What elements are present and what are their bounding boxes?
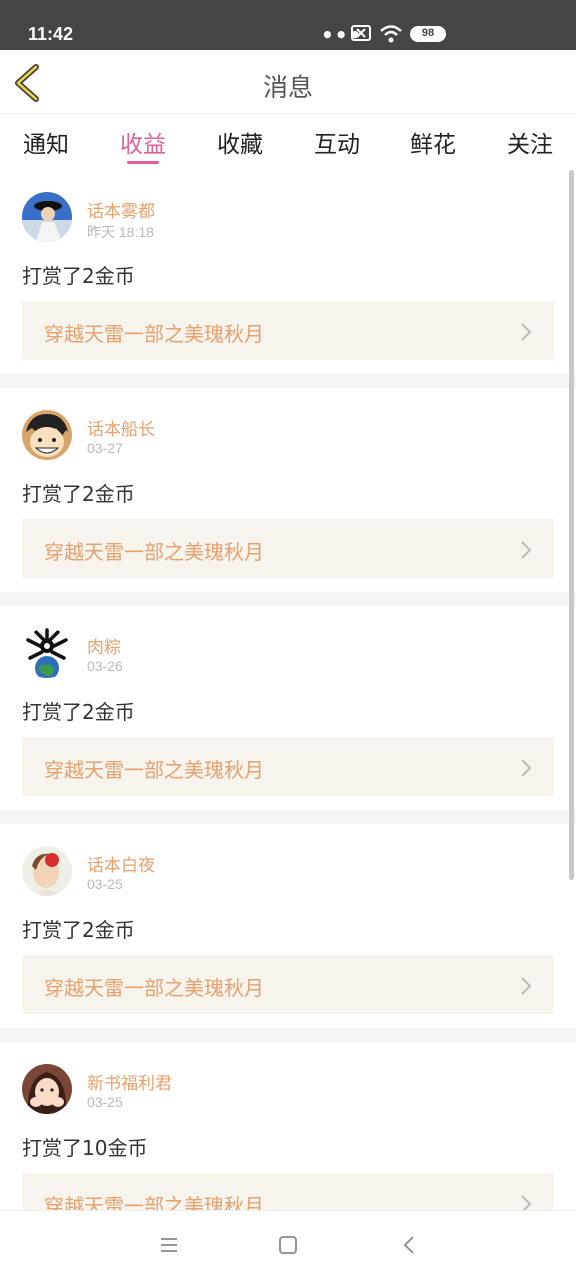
- divider: [0, 1028, 576, 1042]
- book-link[interactable]: 穿越天雷一部之美瑰秋月: [22, 301, 554, 360]
- user-name[interactable]: 话本白夜: [87, 851, 155, 876]
- message-time: 昨天 18:18: [87, 224, 154, 240]
- tab-earnings[interactable]: 收益: [108, 125, 178, 159]
- book-title: 穿越天雷一部之美瑰秋月: [44, 1194, 264, 1210]
- status-bar: 11:42 ••• 98: [0, 0, 576, 50]
- message-text: 打赏了10金币: [22, 1136, 148, 1160]
- tab-interactions[interactable]: 互动: [302, 125, 372, 159]
- avatar[interactable]: [22, 846, 72, 896]
- message-list[interactable]: 话本雾都 昨天 18:18 打赏了2金币 穿越天雷一部之美瑰秋月 话本船长 03…: [0, 170, 576, 1210]
- message-time: 03-25: [87, 876, 123, 892]
- home-icon[interactable]: [278, 1235, 298, 1255]
- status-time: 11:42: [28, 24, 74, 44]
- tab-bar: 通知 收益 收藏 互动 鲜花 关注: [0, 115, 576, 170]
- divider: [0, 592, 576, 606]
- system-back-icon[interactable]: [400, 1235, 420, 1255]
- avatar[interactable]: [22, 410, 72, 460]
- battery-icon: 98: [410, 26, 446, 42]
- chevron-right-icon: [521, 977, 532, 995]
- avatar[interactable]: [22, 1064, 72, 1114]
- app-screen: 11:42 ••• 98 消息 通知 收益 收藏 互动 鲜花 关注 话本雾都 昨…: [0, 0, 576, 1280]
- active-tab-indicator: [127, 161, 159, 164]
- list-item: 话本雾都 昨天 18:18 打赏了2金币 穿越天雷一部之美瑰秋月: [0, 170, 576, 374]
- book-title: 穿越天雷一部之美瑰秋月: [44, 540, 264, 564]
- tab-favorites[interactable]: 收藏: [205, 125, 275, 159]
- list-item: 话本白夜 03-25 打赏了2金币 穿越天雷一部之美瑰秋月: [0, 824, 576, 1028]
- list-item: 新书福利君 03-25 打赏了10金币 穿越天雷一部之美瑰秋月: [0, 1042, 576, 1210]
- message-time: 03-26: [87, 658, 123, 674]
- wifi-icon: [379, 24, 403, 48]
- page-title: 消息: [262, 73, 313, 102]
- book-link[interactable]: 穿越天雷一部之美瑰秋月: [22, 519, 554, 578]
- divider: [0, 374, 576, 388]
- book-title: 穿越天雷一部之美瑰秋月: [44, 322, 264, 346]
- message-text: 打赏了2金币: [22, 918, 135, 942]
- message-time: 03-25: [87, 1094, 123, 1110]
- message-text: 打赏了2金币: [22, 264, 135, 288]
- message-time: 03-27: [87, 440, 123, 456]
- chevron-right-icon: [521, 759, 532, 777]
- chevron-right-icon: [521, 1195, 532, 1210]
- system-nav-bar: [0, 1210, 576, 1280]
- title-bar: 消息: [0, 50, 576, 114]
- chevron-right-icon: [521, 323, 532, 341]
- list-item: 话本船长 03-27 打赏了2金币 穿越天雷一部之美瑰秋月: [0, 388, 576, 592]
- book-title: 穿越天雷一部之美瑰秋月: [44, 976, 264, 1000]
- tab-following[interactable]: 关注: [495, 125, 565, 159]
- book-link[interactable]: 穿越天雷一部之美瑰秋月: [22, 955, 554, 1014]
- tab-notifications[interactable]: 通知: [11, 125, 81, 159]
- avatar[interactable]: [22, 192, 72, 242]
- notification-off-icon: [351, 25, 371, 45]
- user-name[interactable]: 新书福利君: [87, 1069, 172, 1094]
- book-title: 穿越天雷一部之美瑰秋月: [44, 758, 264, 782]
- battery-level: 98: [421, 27, 435, 39]
- scrollbar[interactable]: [569, 170, 574, 880]
- avatar[interactable]: [22, 628, 72, 678]
- chevron-right-icon: [521, 541, 532, 559]
- menu-icon[interactable]: [159, 1235, 179, 1255]
- message-text: 打赏了2金币: [22, 700, 135, 724]
- list-item: 肉粽 03-26 打赏了2金币 穿越天雷一部之美瑰秋月: [0, 606, 576, 810]
- book-link[interactable]: 穿越天雷一部之美瑰秋月: [22, 737, 554, 796]
- divider: [0, 810, 576, 824]
- user-name[interactable]: 话本雾都: [87, 197, 155, 222]
- user-name[interactable]: 肉粽: [87, 633, 121, 658]
- message-text: 打赏了2金币: [22, 482, 135, 506]
- user-name[interactable]: 话本船长: [87, 415, 155, 440]
- tab-flowers[interactable]: 鲜花: [398, 125, 468, 159]
- book-link[interactable]: 穿越天雷一部之美瑰秋月: [22, 1173, 554, 1210]
